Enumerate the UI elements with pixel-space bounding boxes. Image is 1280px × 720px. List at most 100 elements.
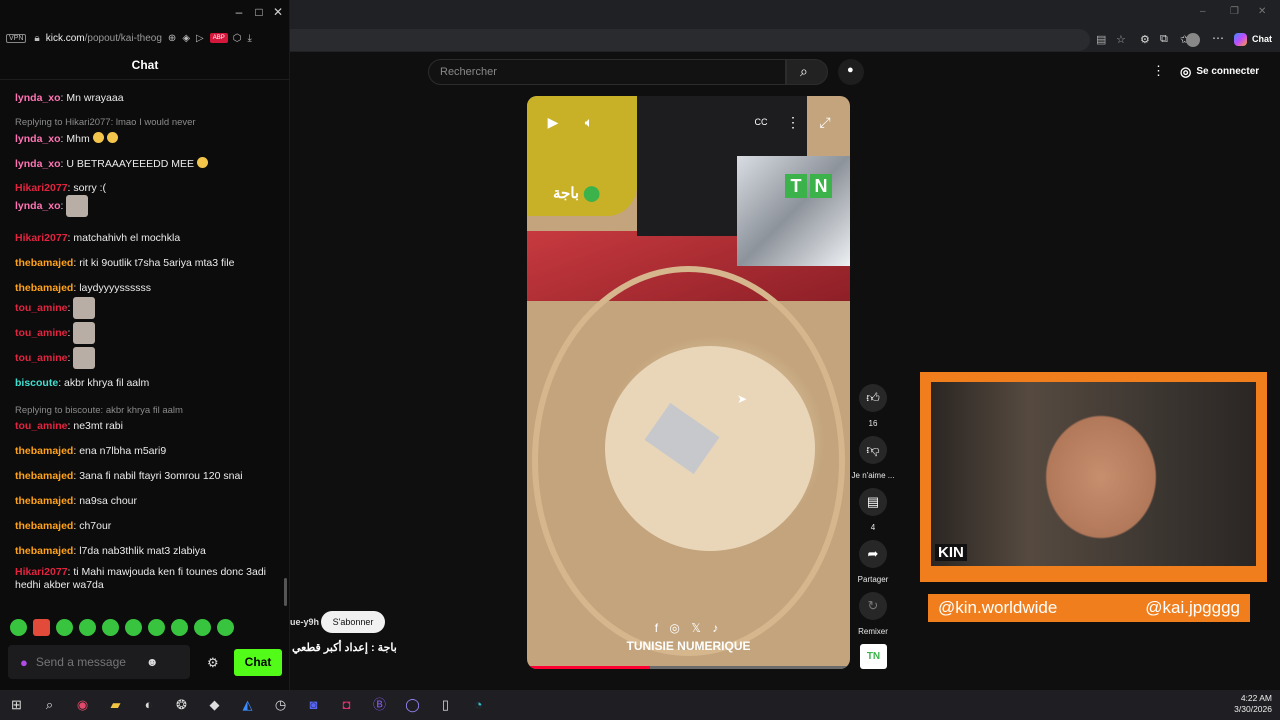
voice-search-button[interactable]: ● [838, 59, 864, 85]
remix-button[interactable]: ↻ [859, 592, 887, 620]
start-icon[interactable]: ⊞ [0, 690, 33, 720]
play-icon[interactable]: ▷ [196, 33, 204, 44]
reply-context[interactable]: Replying to Hikari2077: lmao I would nev… [15, 117, 196, 128]
shorts-video-player[interactable]: ▶ 🔈︎ CC ⋮ ⤢ T N باجة ⬤ f ◎ 𝕏 ♪ TUNISIE N… [527, 96, 850, 669]
reply-context[interactable]: Replying to biscoute: akbr khrya fil aal… [15, 405, 183, 416]
chat-username[interactable]: thebamajed [15, 545, 73, 557]
browser-minimize-icon[interactable]: – [1200, 6, 1206, 17]
chat-username[interactable]: thebamajed [15, 520, 73, 532]
chat-username[interactable]: biscoute [15, 377, 58, 389]
chat-username[interactable]: tou_amine [15, 302, 68, 314]
favorite-icon[interactable]: ☆ [1116, 33, 1126, 46]
comments-button[interactable]: ▤ [859, 488, 887, 516]
fullscreen-button[interactable]: ⤢ [814, 111, 836, 133]
download-icon[interactable]: ⤓ [247, 33, 251, 44]
dislike-button[interactable]: 👎︎ [859, 436, 887, 464]
cat-emote-icon[interactable] [66, 195, 89, 217]
channel-logo[interactable]: TN [860, 644, 887, 669]
emote-icon[interactable] [79, 619, 96, 636]
browser-address-bar[interactable] [290, 29, 1090, 51]
more-menu-icon[interactable]: ⋯ [1212, 31, 1224, 45]
emote-icon[interactable] [171, 619, 188, 636]
chat-username[interactable]: Hikari2077 [15, 182, 68, 194]
shield-icon[interactable]: ◈ [182, 33, 190, 44]
app-icon[interactable]: Ⓑ [363, 690, 396, 720]
emoji-picker-icon[interactable]: ☻ [146, 655, 159, 669]
instagram-icon[interactable]: ◘ [330, 690, 363, 720]
app-icon[interactable]: ◉ [66, 690, 99, 720]
emote-icon[interactable] [217, 619, 234, 636]
more-options-button[interactable]: ⋮ [782, 111, 804, 133]
maximize-icon[interactable]: □ [252, 5, 266, 19]
chat-username[interactable]: tou_amine [15, 420, 68, 432]
chat-username[interactable]: Hikari2077 [15, 232, 68, 244]
emote-icon[interactable] [10, 619, 27, 636]
file-explorer-icon[interactable]: ▰ [99, 690, 132, 720]
zoom-icon[interactable]: ⊕ [168, 33, 176, 44]
browser-close-icon[interactable]: ✕ [1258, 6, 1266, 17]
captions-button[interactable]: CC [750, 111, 772, 133]
discord-icon[interactable]: ◙ [297, 690, 330, 720]
copilot-icon[interactable] [1234, 33, 1247, 46]
chat-username[interactable]: Hikari2077 [15, 566, 68, 578]
copilot-chat-label[interactable]: Chat [1252, 34, 1272, 44]
url-path[interactable]: /popout/kai-theog [85, 33, 162, 44]
browser-restore-icon[interactable]: ❐ [1230, 6, 1239, 17]
subscribe-button[interactable]: S'abonner [321, 611, 385, 633]
reader-icon[interactable]: ▤ [1096, 33, 1106, 46]
chat-username[interactable]: lynda_xo [15, 158, 61, 170]
chat-username[interactable]: thebamajed [15, 470, 73, 482]
collections-icon[interactable]: ⧉ [1160, 33, 1168, 46]
send-chat-button[interactable]: Chat [234, 649, 282, 676]
chat-username[interactable]: thebamajed [15, 282, 73, 294]
chat-username[interactable]: tou_amine [15, 327, 68, 339]
search-input[interactable]: Rechercher [428, 59, 786, 85]
volume-button[interactable]: 🔈︎ [578, 111, 600, 133]
chat-username[interactable]: lynda_xo [15, 133, 61, 145]
search-icon[interactable]: ⌕ [33, 690, 66, 720]
kebab-menu-icon[interactable]: ⋮ [1152, 63, 1165, 79]
emote-icon[interactable] [148, 619, 165, 636]
chat-scrollbar[interactable] [284, 578, 287, 606]
notepad-icon[interactable]: ▯ [429, 690, 462, 720]
chat-message-input[interactable] [35, 655, 146, 669]
edge-icon[interactable]: ◔ [462, 690, 495, 720]
chat-username[interactable]: thebamajed [15, 257, 73, 269]
cat-emote-icon[interactable] [73, 347, 96, 369]
chat-username[interactable]: tou_amine [15, 352, 68, 364]
openai-icon[interactable]: ❂ [165, 690, 198, 720]
chat-username[interactable]: lynda_xo [15, 92, 61, 104]
cat-emote-icon[interactable] [73, 297, 96, 319]
video-progress-bar[interactable] [527, 666, 850, 669]
app-icon[interactable]: ◯ [396, 690, 429, 720]
minimize-icon[interactable]: – [232, 5, 246, 19]
extensions-icon[interactable]: ⚙ [1140, 33, 1150, 46]
app-icon[interactable]: ◐ [132, 690, 165, 720]
emote-icon[interactable] [56, 619, 73, 636]
video-title[interactable]: باجة : إعداد أكبر قطعي [292, 641, 397, 654]
like-button[interactable]: 👍︎ [859, 384, 887, 412]
chat-settings-icon[interactable]: ⚙ [207, 655, 219, 671]
share-button[interactable]: ➦ [859, 540, 887, 568]
emote-icon[interactable] [125, 619, 142, 636]
mic-icon[interactable]: ● [20, 655, 28, 670]
system-clock[interactable]: 4:22 AM 3/30/2026 [1234, 693, 1272, 715]
chat-username[interactable]: thebamajed [15, 495, 73, 507]
chat-username[interactable]: lynda_xo [15, 200, 61, 212]
vpn-badge[interactable]: VPN [6, 33, 27, 43]
chat-username[interactable]: thebamajed [15, 445, 73, 457]
app-icon[interactable]: ◭ [231, 690, 264, 720]
shield-icon[interactable]: ◆ [198, 690, 231, 720]
cat-emote-icon[interactable] [73, 322, 96, 344]
emote-icon[interactable] [102, 619, 119, 636]
url-host[interactable]: kick.com [46, 33, 85, 44]
puzzle-icon[interactable]: ⬡ [233, 33, 242, 44]
sign-in-button[interactable]: ◎ Se connecter [1180, 62, 1259, 82]
emote-icon[interactable] [33, 619, 50, 636]
search-button[interactable]: ⌕ [786, 59, 828, 85]
emote-icon[interactable] [194, 619, 211, 636]
channel-name[interactable]: ue-y9h [290, 617, 319, 627]
clock-app-icon[interactable]: ◷ [264, 690, 297, 720]
play-button[interactable]: ▶ [542, 111, 564, 133]
close-icon[interactable]: ✕ [271, 5, 285, 19]
